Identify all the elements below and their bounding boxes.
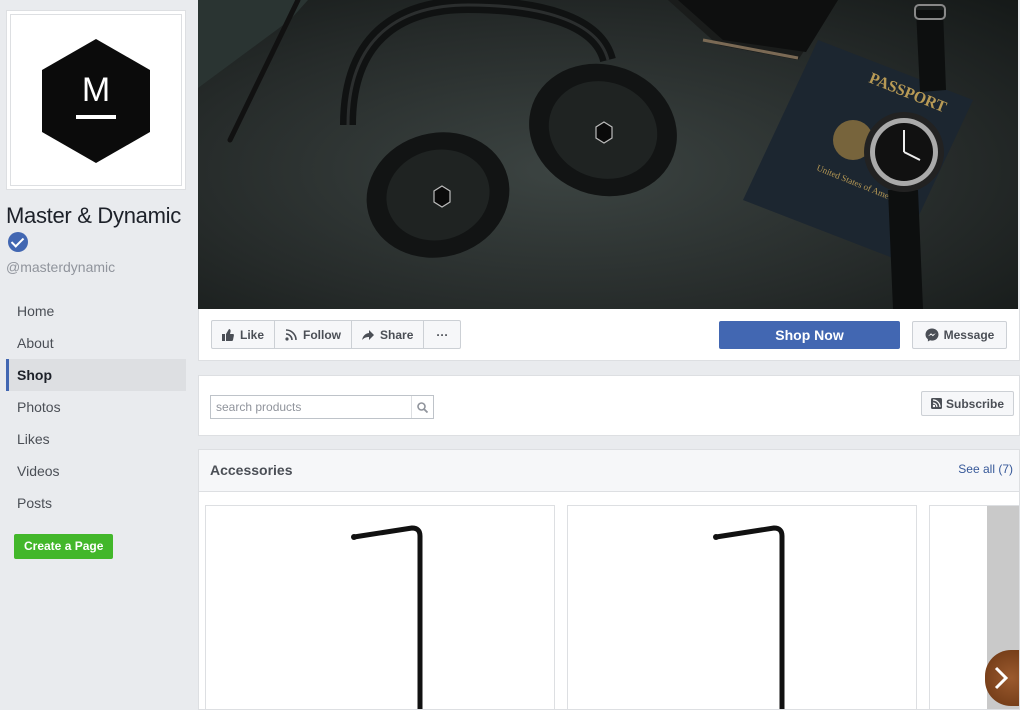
headphone-stand-image (351, 525, 423, 709)
page-actions-group: Like Follow Share ··· (211, 320, 462, 349)
accessories-title: Accessories (210, 462, 293, 478)
accessories-section: Accessories See all (7) (198, 449, 1020, 710)
like-button[interactable]: Like (212, 321, 276, 348)
follow-label: Follow (303, 327, 342, 342)
thumbs-up-icon (222, 328, 234, 341)
product-card[interactable] (205, 505, 555, 709)
search-products-input[interactable] (211, 396, 411, 418)
share-button[interactable]: Share (352, 321, 425, 348)
like-label: Like (240, 327, 265, 342)
product-search (210, 395, 434, 419)
accessories-header: Accessories See all (7) (199, 450, 1019, 492)
product-card[interactable] (567, 505, 917, 709)
cover-photo[interactable]: PASSPORT United States of America (198, 0, 1018, 309)
nav-item-photos[interactable]: Photos (6, 391, 186, 423)
search-button[interactable] (411, 396, 433, 418)
chevron-right-icon (994, 666, 1009, 690)
message-button[interactable]: Message (912, 321, 1007, 349)
page-nav: Home About Shop Photos Likes Videos Post… (6, 295, 186, 519)
cover-image: PASSPORT United States of America (198, 0, 973, 309)
verified-badge-icon (8, 232, 28, 252)
nav-item-videos[interactable]: Videos (6, 455, 186, 487)
shop-search-panel: Subscribe (198, 375, 1020, 436)
page-action-bar: Like Follow Share ··· Shop Now Message (198, 309, 1020, 361)
search-icon (417, 401, 428, 413)
nav-item-home[interactable]: Home (6, 295, 186, 327)
page-name[interactable]: Master & Dynamic (6, 203, 186, 255)
nav-item-posts[interactable]: Posts (6, 487, 186, 519)
more-options-button[interactable]: ··· (424, 321, 460, 348)
subscribe-button[interactable]: Subscribe (921, 391, 1015, 416)
follow-button[interactable]: Follow (275, 321, 353, 348)
nav-item-shop[interactable]: Shop (6, 359, 186, 391)
see-all-link[interactable]: See all (7) (958, 462, 1013, 476)
create-page-button[interactable]: Create a Page (14, 534, 114, 559)
nav-item-about[interactable]: About (6, 327, 186, 359)
page-handle[interactable]: @masterdynamic (6, 259, 115, 275)
logo-frame: M (10, 14, 182, 186)
nav-item-likes[interactable]: Likes (6, 423, 186, 455)
rss-follow-icon (285, 328, 297, 341)
rss-icon (931, 398, 942, 409)
more-dots-icon: ··· (436, 327, 449, 342)
subscribe-label: Subscribe (946, 396, 1005, 411)
page-name-text: Master & Dynamic (6, 203, 181, 228)
left-sidebar: M Master & Dynamic @masterdynamic Home A… (0, 0, 198, 710)
logo-letter: M (82, 71, 110, 109)
messenger-icon (925, 328, 939, 342)
master-dynamic-logo: M (42, 39, 150, 163)
share-arrow-icon (362, 329, 375, 340)
headphone-stand-image (713, 525, 785, 709)
message-label: Message (943, 328, 995, 342)
share-label: Share (380, 327, 414, 342)
shop-now-button[interactable]: Shop Now (719, 321, 900, 349)
page-profile-picture[interactable]: M (6, 10, 186, 190)
